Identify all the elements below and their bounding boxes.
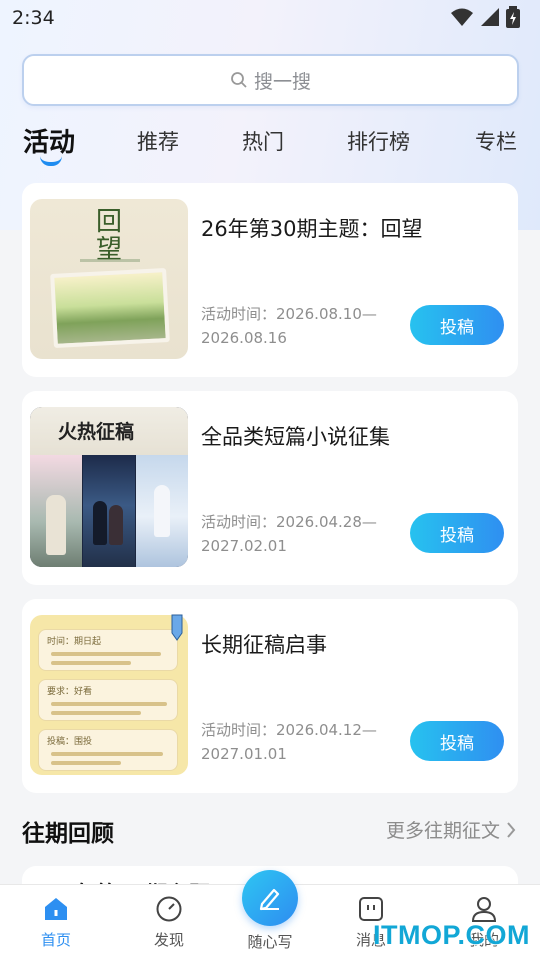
activity-card[interactable]: 火热征稿 全品类短篇小说征集 活动时间：2026.04.28— 2027.02.… xyxy=(22,391,518,585)
message-icon xyxy=(359,897,383,921)
home-icon xyxy=(45,898,67,920)
status-bar: 2:34 xyxy=(0,0,540,36)
activity-title: 全品类短篇小说征集 xyxy=(201,425,390,449)
activity-cover-image: 火热征稿 xyxy=(30,407,188,567)
battery-icon xyxy=(506,6,520,28)
status-time: 2:34 xyxy=(12,7,55,29)
nav-discover-label: 发现 xyxy=(153,931,184,949)
cover-note: 投稿：围投 xyxy=(38,729,178,771)
cover-panel xyxy=(30,455,82,567)
profile-icon xyxy=(471,897,497,922)
search-icon xyxy=(231,72,247,88)
more-past-label: 更多往期征文 xyxy=(385,820,500,842)
section-title: 往期回顾 xyxy=(22,821,114,847)
nav-write-label: 随心写 xyxy=(247,933,293,951)
cover-photo xyxy=(50,268,170,348)
activity-date-start: 活动时间：2026.04.12— xyxy=(201,721,377,739)
submit-button[interactable]: 投稿 xyxy=(410,305,504,345)
activity-title: 长期征稿启事 xyxy=(201,633,327,657)
activity-cover-image: 时间：期日起 要求：好看 投稿：围投 xyxy=(30,615,188,775)
pencil-icon xyxy=(259,888,280,911)
cover-text: 时间：期日起 xyxy=(47,637,102,647)
cover-figure xyxy=(154,485,170,537)
cover-text: 火热征稿 xyxy=(58,421,135,443)
cover-decoration xyxy=(51,761,121,765)
cover-decoration xyxy=(51,661,131,665)
pen-icon xyxy=(171,614,183,641)
cover-note: 时间：期日起 xyxy=(38,629,178,671)
cover-figure xyxy=(109,505,123,545)
submit-button[interactable]: 投稿 xyxy=(410,513,504,553)
cover-decoration xyxy=(51,711,141,715)
nav-home-label: 首页 xyxy=(40,931,71,949)
activity-card[interactable]: 时间：期日起 要求：好看 投稿：围投 长期征稿启事 活动时间：2026.04.1… xyxy=(22,599,518,793)
cover-decoration xyxy=(80,259,140,262)
tab-hot[interactable]: 热门 xyxy=(242,126,284,156)
cover-header: 火热征稿 xyxy=(30,407,188,455)
cover-panel xyxy=(83,455,135,567)
search-input[interactable]: 搜一搜 xyxy=(22,54,519,106)
write-button[interactable] xyxy=(242,870,298,926)
watermark: ITMOP.COM xyxy=(372,920,530,950)
submit-button[interactable]: 投稿 xyxy=(410,721,504,761)
cover-figure xyxy=(46,495,66,555)
compass-icon xyxy=(156,896,182,922)
search-placeholder: 搜一搜 xyxy=(253,70,311,93)
activity-date-end: 2027.01.01 xyxy=(201,745,287,763)
tab-ranking[interactable]: 排行榜 xyxy=(347,126,410,156)
activity-date-start: 活动时间：2026.04.28— xyxy=(201,513,377,531)
wifi-icon xyxy=(451,8,473,26)
activity-title: 26年第30期主题：回望 xyxy=(201,217,423,241)
cover-text: 投稿：围投 xyxy=(47,737,93,747)
tab-recommend[interactable]: 推荐 xyxy=(137,126,179,156)
tab-indicator xyxy=(40,156,62,166)
activity-date-start: 活动时间：2026.08.10— xyxy=(201,305,377,323)
cover-panel xyxy=(136,455,188,567)
tab-activity[interactable]: 活动 xyxy=(23,122,75,159)
activity-date-end: 2026.08.16 xyxy=(201,329,287,347)
activity-cover-image: 回 望 xyxy=(30,199,188,359)
signal-icon xyxy=(481,8,499,26)
cover-figure xyxy=(93,501,107,545)
nav-discover[interactable]: 发现 xyxy=(129,895,209,950)
activity-card[interactable]: 回 望 26年第30期主题：回望 活动时间：2026.08.10— 2026.0… xyxy=(22,183,518,377)
tab-column[interactable]: 专栏 xyxy=(475,126,517,156)
cover-decoration xyxy=(51,702,167,706)
status-icons xyxy=(450,6,530,30)
past-review-header: 往期回顾 更多往期征文 xyxy=(0,800,540,856)
category-tabs: 活动 推荐 热门 排行榜 专栏 xyxy=(0,118,540,168)
cover-text: 要求：好看 xyxy=(47,687,93,697)
nav-home[interactable]: 首页 xyxy=(16,895,96,950)
cover-decoration xyxy=(51,652,161,656)
cover-note: 要求：好看 xyxy=(38,679,178,721)
cover-decoration xyxy=(51,752,163,756)
more-past-link[interactable]: 更多往期征文 xyxy=(386,816,516,843)
chevron-right-icon xyxy=(507,821,516,838)
activity-date-end: 2027.02.01 xyxy=(201,537,287,555)
